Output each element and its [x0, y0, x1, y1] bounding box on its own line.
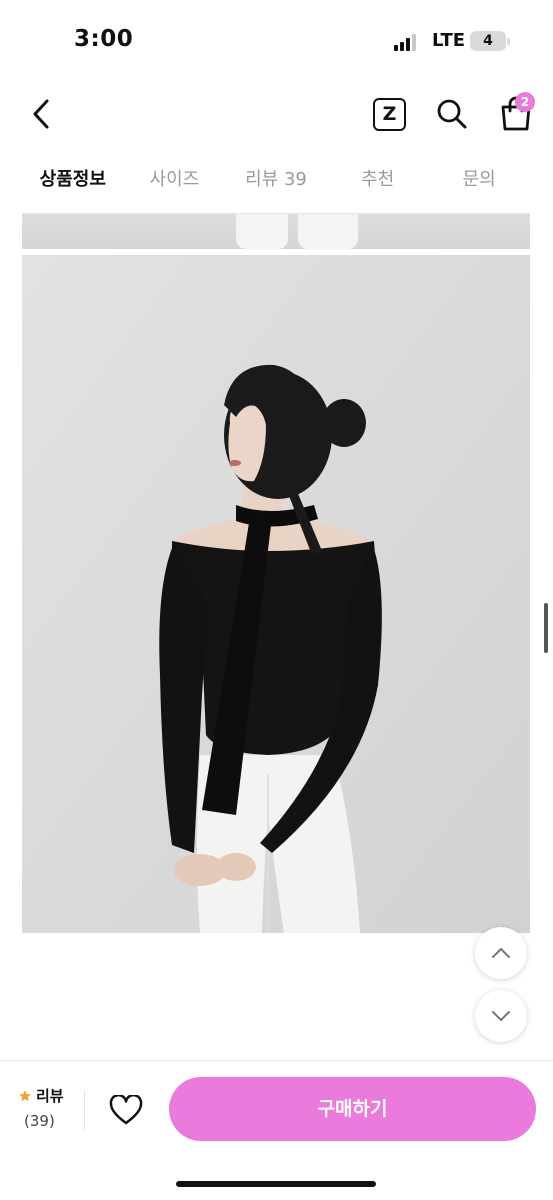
- search-icon: [437, 99, 467, 129]
- tab-product-info[interactable]: 상품정보: [22, 160, 124, 227]
- review-summary[interactable]: 리뷰: [18, 1085, 64, 1106]
- search-button[interactable]: [434, 96, 470, 132]
- tab-inquiry[interactable]: 문의: [428, 160, 530, 213]
- battery-tip: [507, 38, 510, 45]
- network-type: LTE: [432, 30, 466, 51]
- model-illustration: [22, 255, 530, 933]
- product-photo-previous: [22, 214, 530, 249]
- back-button[interactable]: [24, 94, 58, 134]
- tab-size[interactable]: 사이즈: [124, 160, 226, 213]
- scroll-indicator[interactable]: [544, 603, 548, 653]
- scroll-up-button[interactable]: [475, 927, 527, 979]
- tab-review[interactable]: 리뷰 39: [225, 160, 327, 213]
- like-button[interactable]: [106, 1090, 146, 1130]
- heart-icon: [109, 1095, 143, 1125]
- chevron-up-icon: [492, 948, 510, 958]
- z-button[interactable]: Z: [373, 98, 406, 131]
- star-icon: [19, 1089, 31, 1101]
- scroll-down-button[interactable]: [475, 990, 527, 1042]
- home-indicator: [176, 1181, 376, 1187]
- chevron-down-icon: [492, 1011, 510, 1021]
- bar-divider: [84, 1090, 85, 1130]
- signal-icon: [394, 33, 420, 51]
- back-icon: [33, 99, 49, 129]
- product-tabs: 상품정보 사이즈 리뷰 39 추천 문의: [22, 160, 530, 227]
- review-label: 리뷰: [36, 1087, 64, 1105]
- product-photo: [22, 255, 530, 933]
- status-time: 3:00: [74, 26, 134, 52]
- tab-recommend[interactable]: 추천: [327, 160, 429, 213]
- review-count: (39): [24, 1112, 55, 1130]
- status-bar: 3:00 LTE 4: [0, 0, 553, 78]
- battery-icon: 4: [470, 31, 506, 51]
- buy-button[interactable]: 구매하기: [169, 1077, 536, 1141]
- cart-count-badge: 2: [515, 92, 535, 112]
